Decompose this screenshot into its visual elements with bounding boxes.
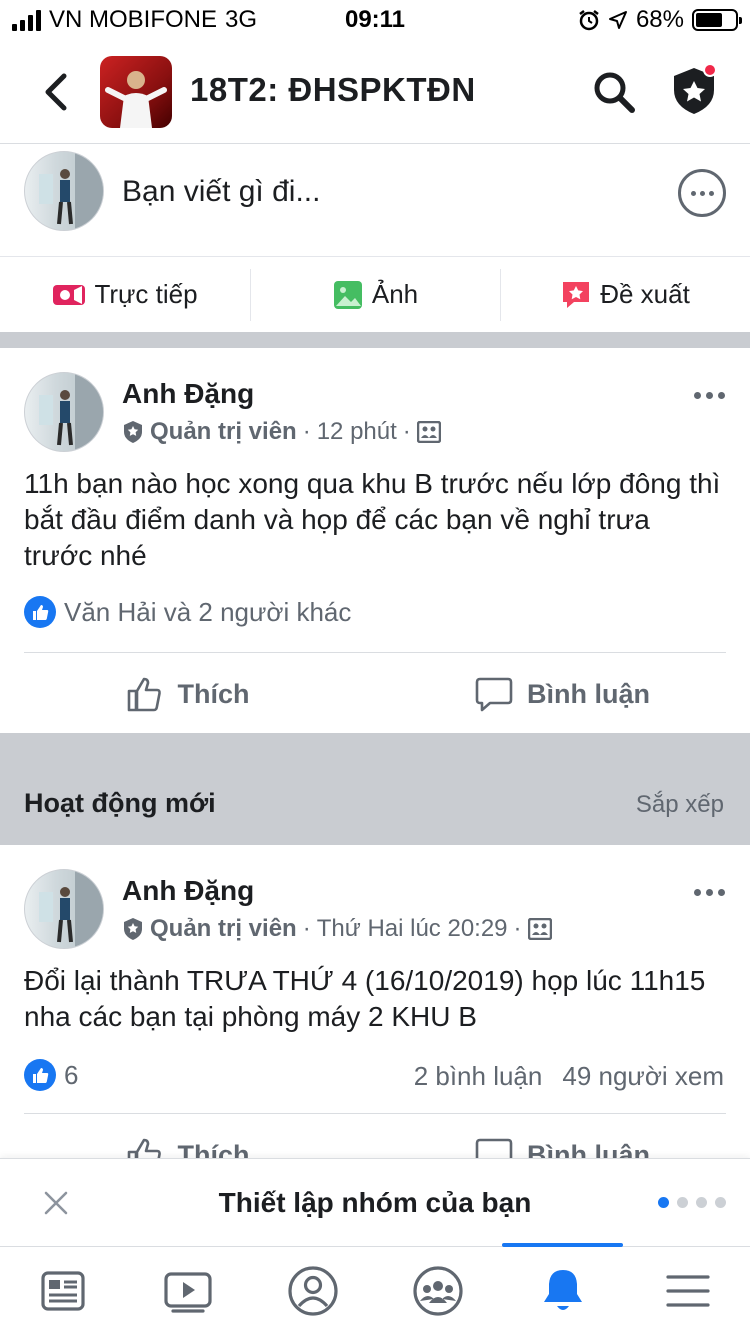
- live-video-label: Trực tiếp: [94, 279, 198, 309]
- post-reactions[interactable]: 6: [24, 1059, 78, 1091]
- tab-profile[interactable]: [250, 1247, 375, 1334]
- admin-badge-icon: [124, 918, 142, 940]
- meta-dot: ·: [513, 915, 522, 942]
- like-label: Thích: [177, 678, 250, 709]
- like-icon: [127, 677, 161, 712]
- comment-count[interactable]: 2 bình luận: [414, 1061, 543, 1092]
- battery-percent: 68%: [635, 6, 684, 33]
- like-reaction-icon: [24, 1059, 56, 1091]
- page-dot: [677, 1197, 688, 1208]
- page-dot: [658, 1197, 669, 1208]
- post-text: 11h bạn nào học xong qua khu B trước nếu…: [24, 468, 721, 571]
- photo-icon: [333, 280, 362, 309]
- like-button[interactable]: Thích: [0, 1115, 375, 1158]
- comment-icon: [475, 1138, 513, 1158]
- post-meta: Quản trị viên · Thứ Hai lúc 20:29 ·: [122, 915, 552, 943]
- post-time[interactable]: 12 phút: [317, 418, 397, 446]
- tab-watch[interactable]: [125, 1247, 250, 1334]
- post-divider: [24, 1113, 726, 1114]
- post-reactions[interactable]: Văn Hải và 2 người khác: [24, 596, 351, 628]
- alarm-icon: [579, 10, 599, 31]
- tab-menu[interactable]: [625, 1247, 750, 1334]
- status-right: 68%: [578, 6, 742, 34]
- post-divider: [24, 652, 726, 653]
- location-icon: [608, 11, 627, 29]
- post-meta: Quản trị viên · 12 phút ·: [122, 418, 441, 446]
- like-label: Thích: [177, 1139, 250, 1159]
- post-composer: Bạn viết gì đi...: [0, 145, 750, 257]
- group-header: 18T2: ĐHSPKTĐN: [0, 40, 750, 144]
- post-actions: Thích Bình luận: [0, 654, 750, 734]
- tab-notifications[interactable]: [500, 1243, 625, 1334]
- photo-button[interactable]: Ảnh: [250, 257, 500, 332]
- composer-input[interactable]: Bạn viết gì đi...: [122, 175, 320, 209]
- view-count[interactable]: 49 người xem: [562, 1061, 724, 1092]
- post-card: Anh Đặng Quản trị viên · Thứ Hai lúc 20:…: [0, 845, 750, 1158]
- menu-icon: [665, 1274, 710, 1307]
- user-avatar[interactable]: [24, 151, 104, 231]
- like-button[interactable]: Thích: [0, 654, 375, 734]
- recommend-button[interactable]: Đề xuất: [500, 257, 750, 332]
- section-divider: [0, 332, 750, 348]
- section-title: Hoạt động mới: [24, 788, 216, 818]
- post-card: Anh Đặng Quản trị viên · 12 phút · 11h b…: [0, 348, 750, 733]
- comment-label: Bình luận: [527, 678, 650, 709]
- like-reaction-icon: [24, 596, 56, 628]
- search-icon[interactable]: [592, 70, 636, 114]
- status-bar: VN MOBIFONE 3G 09:11 68%: [0, 0, 750, 40]
- meta-dot: ·: [302, 418, 311, 445]
- live-video-icon: [53, 284, 86, 305]
- page-dot: [696, 1197, 707, 1208]
- reaction-count: 6: [64, 1059, 79, 1090]
- comment-button[interactable]: Bình luận: [375, 1115, 750, 1158]
- tab-groups[interactable]: [375, 1247, 500, 1334]
- post-author[interactable]: Anh Đặng: [122, 378, 254, 410]
- post-role: Quản trị viên: [150, 915, 297, 942]
- recommend-label: Đề xuất: [600, 279, 690, 309]
- sort-button[interactable]: Sắp xếp: [636, 791, 724, 819]
- groups-icon: [412, 1265, 463, 1316]
- page-dot: [715, 1197, 726, 1208]
- members-privacy-icon: [416, 421, 441, 443]
- group-title[interactable]: 18T2: ĐHSPKTĐN: [190, 71, 476, 109]
- photo-label: Ảnh: [371, 279, 419, 309]
- author-avatar[interactable]: [24, 372, 104, 452]
- recommend-icon: [563, 281, 590, 308]
- comment-icon: [475, 677, 513, 712]
- reaction-summary: Văn Hải và 2 người khác: [64, 596, 352, 627]
- comment-button[interactable]: Bình luận: [375, 654, 750, 734]
- admin-shield-icon[interactable]: [668, 62, 720, 118]
- post-actions: Thích Bình luận: [0, 1115, 750, 1158]
- tab-news-feed[interactable]: [0, 1247, 125, 1334]
- post-role: Quản trị viên: [150, 418, 297, 445]
- composer-actions: Trực tiếp Ảnh Đề xuất: [0, 256, 750, 332]
- group-setup-banner[interactable]: Thiết lập nhóm của bạn: [0, 1158, 750, 1246]
- post-time[interactable]: Thứ Hai lúc 20:29: [317, 915, 508, 943]
- like-icon: [127, 1138, 161, 1158]
- group-cover-avatar[interactable]: [100, 56, 172, 128]
- post-more-icon[interactable]: [694, 889, 725, 896]
- post-text: Đổi lại thành TRƯA THỨ 4 (16/10/2019) họ…: [24, 965, 706, 1032]
- recent-activity-header: Hoạt động mới Sắp xếp: [0, 733, 750, 845]
- banner-title: Thiết lập nhóm của bạn: [218, 1187, 532, 1218]
- meta-dot: ·: [402, 418, 411, 445]
- battery-icon: [692, 9, 742, 31]
- back-icon[interactable]: [38, 70, 74, 114]
- bottom-tab-bar: [0, 1243, 750, 1334]
- more-options-icon[interactable]: [678, 169, 726, 217]
- live-video-button[interactable]: Trực tiếp: [0, 257, 250, 332]
- author-avatar[interactable]: [24, 869, 104, 949]
- comment-label: Bình luận: [527, 1139, 650, 1159]
- members-privacy-icon: [527, 918, 552, 940]
- post-more-icon[interactable]: [694, 392, 725, 399]
- post-author[interactable]: Anh Đặng: [122, 875, 254, 907]
- post-stats: 2 bình luận 49 người xem: [414, 1061, 724, 1092]
- admin-badge-icon: [124, 421, 142, 443]
- meta-dot: ·: [302, 915, 311, 942]
- watch-icon: [163, 1271, 212, 1313]
- news-feed-icon: [40, 1270, 85, 1311]
- profile-icon: [287, 1265, 338, 1316]
- page-indicator: [658, 1197, 726, 1208]
- notifications-icon: [543, 1269, 582, 1310]
